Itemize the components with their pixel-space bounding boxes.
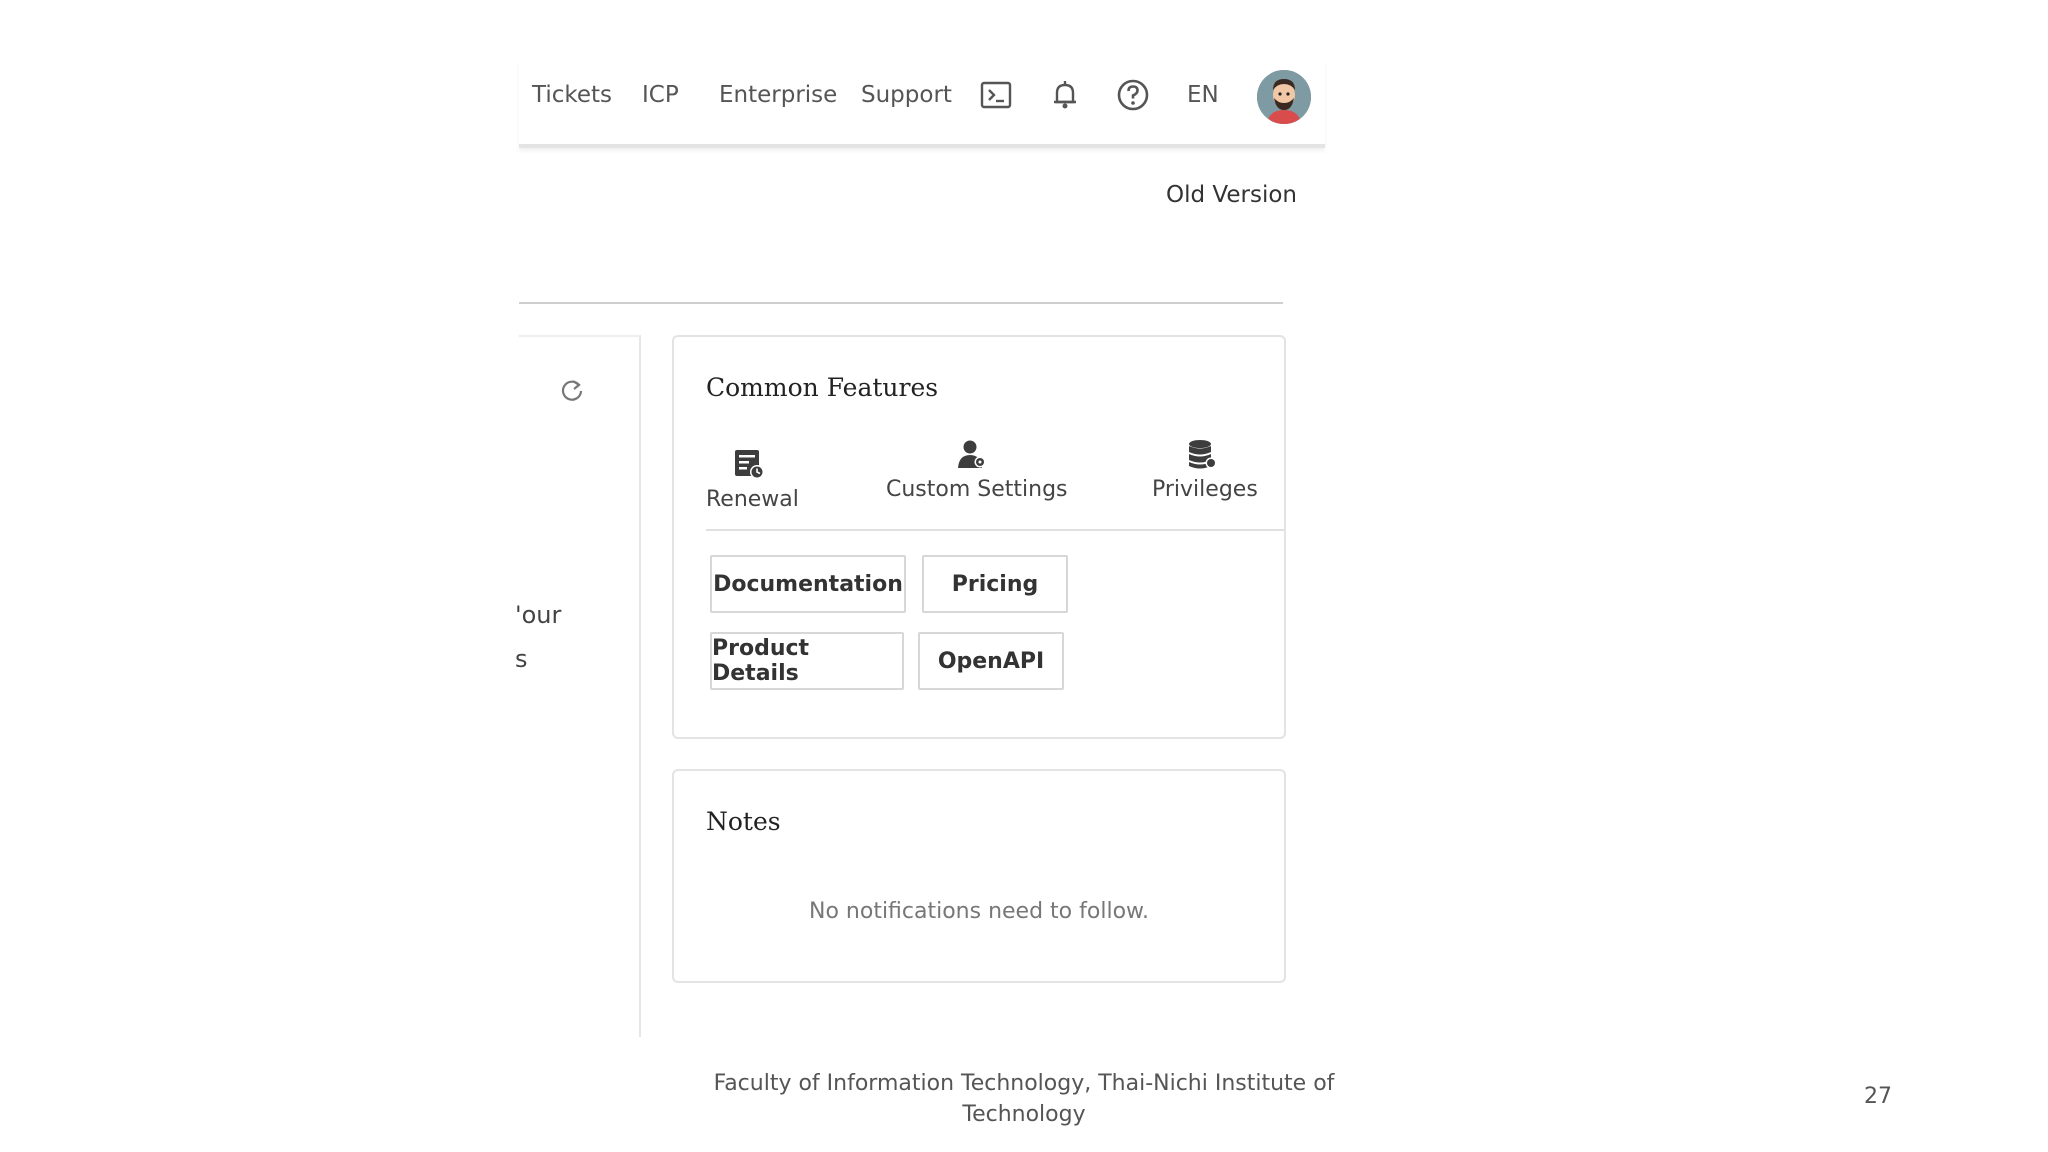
- terminal-icon[interactable]: [979, 78, 1013, 112]
- openapi-button[interactable]: OpenAPI: [918, 632, 1064, 690]
- common-features-card: Common Features Renewal Custom Settings: [672, 335, 1286, 739]
- features-divider: [706, 529, 1284, 531]
- left-panel-text: 'our: [515, 601, 562, 629]
- card-title: Common Features: [706, 373, 939, 402]
- left-panel-text: s: [515, 645, 528, 673]
- database-icon: [1189, 440, 1217, 469]
- feature-privileges[interactable]: Privileges: [1152, 437, 1258, 502]
- top-navigation-bar: Tickets ICP Enterprise Support EN: [519, 60, 1325, 148]
- refresh-icon[interactable]: [559, 377, 585, 403]
- feature-custom-settings[interactable]: Custom Settings: [886, 437, 1068, 502]
- nav-link-tickets[interactable]: Tickets: [532, 82, 612, 108]
- product-details-button[interactable]: Product Details: [710, 632, 904, 690]
- nav-link-support[interactable]: Support: [861, 82, 952, 108]
- divider: [519, 302, 1283, 304]
- slide-footer: Faculty of Information Technology, Thai-…: [713, 1071, 1335, 1127]
- pricing-button[interactable]: Pricing: [922, 555, 1068, 613]
- page-number: 27: [1864, 1084, 1892, 1109]
- notes-card: Notes No notifications need to follow.: [672, 769, 1286, 983]
- renewal-icon: [735, 450, 764, 479]
- feature-label: Renewal: [706, 487, 799, 512]
- empty-state-message: No notifications need to follow.: [809, 899, 1149, 924]
- feature-label: Privileges: [1152, 477, 1258, 502]
- nav-link-icp[interactable]: ICP: [642, 82, 679, 108]
- old-version-link[interactable]: Old Version: [1166, 182, 1297, 208]
- feature-renewal[interactable]: Renewal: [706, 447, 799, 512]
- language-switch[interactable]: EN: [1187, 82, 1219, 108]
- documentation-button[interactable]: Documentation: [710, 555, 906, 613]
- bell-icon[interactable]: [1048, 78, 1082, 112]
- left-panel: 'our s: [515, 335, 641, 1037]
- nav-link-enterprise[interactable]: Enterprise: [719, 82, 837, 108]
- feature-label: Custom Settings: [886, 477, 1068, 502]
- help-icon[interactable]: [1116, 78, 1150, 112]
- user-settings-icon: [958, 440, 986, 468]
- card-title: Notes: [706, 807, 781, 836]
- avatar[interactable]: [1257, 70, 1311, 124]
